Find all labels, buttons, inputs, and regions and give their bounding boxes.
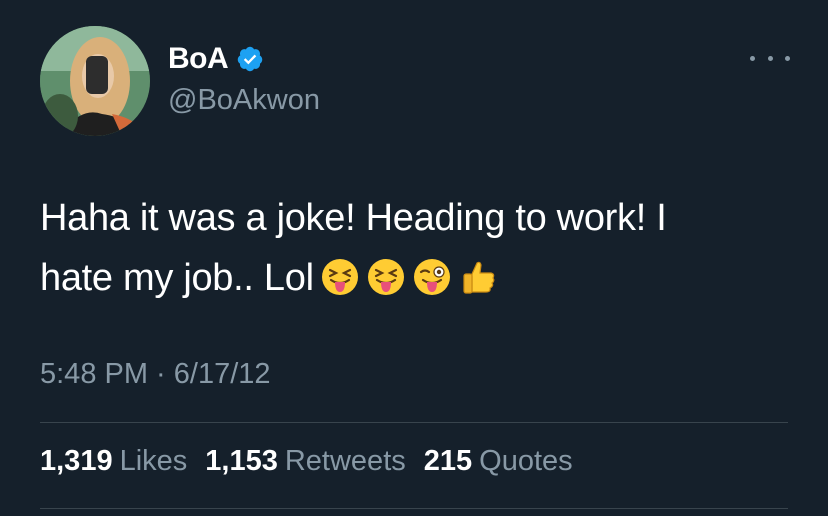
verified-badge-icon [237,46,263,72]
thumbs-up-emoji-icon [463,261,495,294]
retweets-count: 1,153 [205,445,278,477]
quotes-stat[interactable]: 215 Quotes [424,445,573,478]
quotes-label: Quotes [479,445,573,477]
divider [40,508,788,509]
likes-label: Likes [119,445,188,477]
retweets-label: Retweets [284,445,406,477]
retweets-stat[interactable]: 1,153 Retweets [205,445,405,478]
likes-stat[interactable]: 1,319 Likes [40,445,187,478]
quotes-count: 215 [423,445,473,477]
tweet-timestamp[interactable]: 5:48 PM · 6/17/12 [40,358,271,391]
display-name-row: BoA [168,40,264,78]
divider [40,422,788,423]
user-handle[interactable]: @BoAkwon [168,84,320,117]
avatar[interactable] [40,26,150,136]
tweet-card: BoA @BoAkwon Haha it was a joke! Heading… [0,0,828,516]
dot-icon [750,55,755,61]
display-name[interactable]: BoA [168,42,229,76]
winking-tongue-emoji-icon [413,259,450,295]
engagement-stats: 1,319 Likes 1,153 Retweets 215 Quotes [40,445,591,478]
squinting-tongue-emoji-icon [321,259,358,295]
tweet-text-line-1: Haha it was a joke! Heading to work! I [40,197,667,239]
tweet-text-line-2: hate my job.. Lol [40,257,314,299]
tweet-text: Haha it was a joke! Heading to work! I h… [40,188,800,308]
dot-icon [785,55,790,61]
likes-count: 1,319 [40,445,113,477]
avatar-image [40,26,150,136]
more-options-button[interactable] [750,48,790,68]
squinting-tongue-emoji-icon [367,259,404,295]
dot-icon [767,55,773,61]
